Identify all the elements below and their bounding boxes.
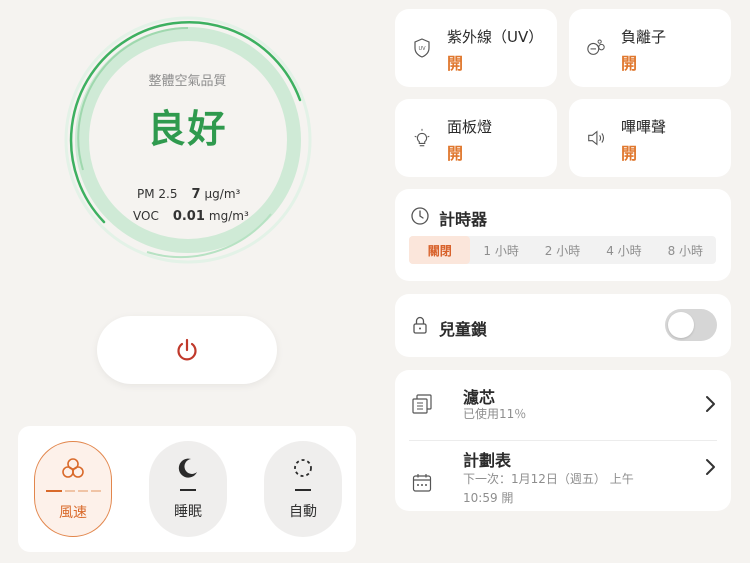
lightbulb-icon bbox=[414, 128, 430, 147]
beep-toggle-card[interactable]: 嗶嗶聲 開 bbox=[569, 99, 731, 177]
timer-card: 計時器 關閉 1 小時 2 小時 4 小時 8 小時 bbox=[395, 189, 731, 281]
filter-schedule-card: 濾芯 已使用11％ 計劃表 下一次：1月12日（週五） 上午 10:59 開 bbox=[395, 370, 731, 511]
mode-sleep-label: 睡眠 bbox=[174, 504, 202, 520]
auto-indicator-bar bbox=[295, 489, 311, 491]
pm25-unit: μg/m³ bbox=[204, 187, 241, 201]
filter-chevron-right-icon bbox=[706, 396, 715, 412]
air-quality-title: 整體空氣品質 bbox=[148, 74, 227, 89]
filter-row[interactable]: 濾芯 已使用11％ bbox=[395, 370, 731, 440]
voc-value: 0.01 bbox=[172, 209, 205, 224]
timer-option-8h[interactable]: 8 小時 bbox=[655, 236, 716, 264]
mode-auto-button[interactable]: 自動 bbox=[264, 441, 342, 537]
timer-option-4h[interactable]: 4 小時 bbox=[593, 236, 654, 264]
anion-title: 負離子 bbox=[621, 28, 667, 46]
lock-icon bbox=[413, 316, 427, 334]
schedule-row[interactable]: 計劃表 下一次：1月12日（週五） 上午 10:59 開 bbox=[395, 441, 731, 511]
schedule-chevron-right-icon bbox=[706, 459, 715, 475]
auto-icon bbox=[294, 459, 312, 477]
filter-icon bbox=[412, 394, 432, 414]
power-icon bbox=[177, 338, 197, 361]
clock-icon bbox=[411, 207, 429, 225]
timer-option-1h[interactable]: 1 小時 bbox=[470, 236, 531, 264]
timer-title: 計時器 bbox=[439, 210, 488, 229]
uv-shield-icon: UV bbox=[414, 38, 430, 58]
anion-icon bbox=[587, 39, 605, 55]
air-quality-status: 良好 bbox=[147, 107, 228, 151]
moon-icon bbox=[178, 458, 197, 478]
sleep-indicator-bar bbox=[180, 489, 196, 491]
toggle-knob bbox=[668, 312, 694, 338]
uv-title: 紫外線（UV） bbox=[447, 28, 544, 46]
timer-option-2h[interactable]: 2 小時 bbox=[532, 236, 593, 264]
timer-options: 關閉 1 小時 2 小時 4 小時 8 小時 bbox=[409, 236, 716, 264]
beep-state: 開 bbox=[621, 144, 638, 163]
speaker-icon bbox=[588, 130, 605, 146]
mode-auto-label: 自動 bbox=[289, 504, 317, 520]
pm25-value: 7 bbox=[191, 187, 201, 202]
filter-usage: 已使用11％ bbox=[463, 407, 527, 421]
schedule-title: 計劃表 bbox=[463, 451, 512, 470]
beep-title: 嗶嗶聲 bbox=[621, 118, 667, 136]
timer-option-off[interactable]: 關閉 bbox=[409, 236, 471, 264]
fan-speed-icon bbox=[62, 458, 84, 478]
child-lock-card: 兒童鎖 bbox=[395, 294, 731, 357]
panel-light-state: 開 bbox=[447, 144, 464, 163]
schedule-next-run: 下一次：1月12日（週五） 上午 10:59 開 bbox=[463, 472, 634, 505]
power-button[interactable] bbox=[97, 316, 277, 384]
anion-toggle-card[interactable]: 負離子 開 bbox=[569, 9, 731, 87]
anion-state: 開 bbox=[621, 54, 638, 73]
pm25-readout: PM 2.5 7 μg/m³ bbox=[137, 187, 240, 202]
mode-fan-speed-button[interactable]: 風速 bbox=[34, 441, 112, 537]
panel-light-title: 面板燈 bbox=[447, 118, 493, 136]
mode-sleep-button[interactable]: 睡眠 bbox=[149, 441, 227, 537]
child-lock-toggle[interactable] bbox=[665, 309, 717, 341]
uv-toggle-card[interactable]: UV 紫外線（UV） 開 bbox=[395, 9, 557, 87]
panel-light-toggle-card[interactable]: 面板燈 開 bbox=[395, 99, 557, 177]
pm25-label: PM 2.5 bbox=[137, 187, 178, 201]
mode-panel: 風速 睡眠 自動 bbox=[18, 426, 356, 552]
calendar-icon bbox=[412, 474, 432, 492]
svg-text:UV: UV bbox=[418, 46, 426, 52]
fan-speed-level-bar bbox=[45, 490, 101, 492]
voc-label: VOC bbox=[133, 209, 159, 223]
uv-state: 開 bbox=[447, 54, 464, 73]
mode-fan-speed-label: 風速 bbox=[59, 505, 87, 521]
child-lock-title: 兒童鎖 bbox=[439, 320, 488, 339]
air-quality-gauge: 整體空氣品質 良好 PM 2.5 7 μg/m³ VOC 0.01 mg/m³ bbox=[55, 12, 325, 272]
voc-readout: VOC 0.01 mg/m³ bbox=[133, 209, 249, 224]
voc-unit: mg/m³ bbox=[208, 209, 249, 223]
